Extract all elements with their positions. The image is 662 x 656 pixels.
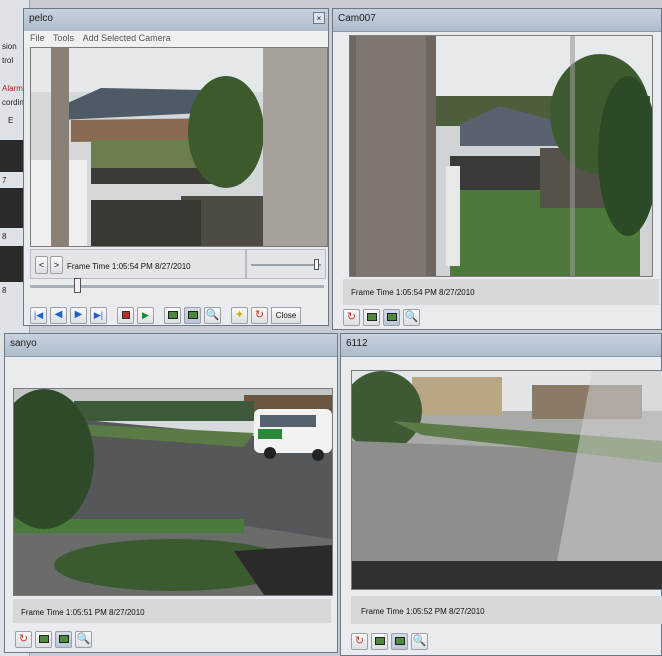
window-title: sanyo <box>10 338 37 349</box>
menu-file[interactable]: File <box>30 33 45 43</box>
monitor-icon[interactable] <box>55 630 72 648</box>
refresh-icon[interactable]: ↻ <box>15 630 32 648</box>
sanyo-toolbar: ↻ 🔍 <box>15 630 92 648</box>
step-back-icon[interactable]: ◀ <box>50 306 67 324</box>
frame-time: Frame Time 1:05:51 PM 8/27/2010 <box>21 608 145 617</box>
pelco-volume-panel <box>246 249 326 279</box>
stop-icon[interactable] <box>117 306 134 324</box>
cam6112-video-feed[interactable] <box>351 370 662 590</box>
cam007-video-feed[interactable] <box>349 35 653 277</box>
cam007-window[interactable]: Cam007 Frame Time 1:05:54 PM 8/27/2010 ↻… <box>332 8 662 330</box>
timeline-slider[interactable] <box>73 278 81 293</box>
refresh-icon[interactable]: ↻ <box>351 632 368 650</box>
cam6112-toolbar: ↻ 🔍 <box>351 632 428 650</box>
cam007-titlebar[interactable]: Cam007 <box>333 9 661 32</box>
magnifier-icon[interactable]: 🔍 <box>204 306 221 324</box>
monitor-icon[interactable] <box>371 632 388 650</box>
pelco-toolbar: |◀ ◀ ▶ ▶| ▶ 🔍 ✦ ↻ Close <box>30 306 301 324</box>
volume-slider[interactable] <box>313 259 319 270</box>
step-forward-icon[interactable]: ▶ <box>70 306 87 324</box>
monitor-icon[interactable] <box>383 308 400 326</box>
monitor-icon[interactable] <box>363 308 380 326</box>
monitor-icon[interactable] <box>184 306 201 324</box>
magnifier-icon[interactable]: 🔍 <box>75 630 92 648</box>
sanyo-titlebar[interactable]: sanyo <box>5 334 337 357</box>
monitor-icon[interactable] <box>164 306 181 324</box>
cam007-status-bar: Frame Time 1:05:54 PM 8/27/2010 <box>343 279 659 305</box>
lightbulb-icon[interactable]: ✦ <box>231 306 248 324</box>
window-title: Cam007 <box>338 13 376 24</box>
close-button[interactable]: Close <box>271 306 301 324</box>
cam6112-titlebar[interactable]: 6112 <box>341 334 661 357</box>
window-title: pelco <box>29 13 53 24</box>
pelco-nav-panel: < > Frame Time 1:05:54 PM 8/27/2010 <box>30 249 246 279</box>
menu-tools[interactable]: Tools <box>53 33 74 43</box>
monitor-icon[interactable] <box>391 632 408 650</box>
play-icon[interactable]: ▶ <box>137 306 154 324</box>
pelco-video-feed[interactable] <box>30 47 328 247</box>
skip-last-icon[interactable]: ▶| <box>90 306 107 324</box>
frame-time: Frame Time 1:05:54 PM 8/27/2010 <box>351 288 475 297</box>
menu-add-selected-camera[interactable]: Add Selected Camera <box>83 33 171 43</box>
refresh-icon[interactable]: ↻ <box>343 308 360 326</box>
volume-track <box>251 264 321 266</box>
pelco-titlebar[interactable]: pelco × <box>24 9 328 32</box>
pelco-menubar: File Tools Add Selected Camera <box>24 31 328 47</box>
next-frame-button[interactable]: > <box>50 256 63 274</box>
sanyo-video-feed[interactable] <box>13 388 333 596</box>
sanyo-window[interactable]: sanyo Frame Time 1:05:51 PM 8/27/2010 ↻ … <box>4 333 338 653</box>
refresh-icon[interactable]: ↻ <box>251 306 268 324</box>
window-close-icon[interactable]: × <box>313 12 325 24</box>
frame-time: Frame Time 1:05:54 PM 8/27/2010 <box>67 262 191 271</box>
monitor-icon[interactable] <box>35 630 52 648</box>
prev-frame-button[interactable]: < <box>35 256 48 274</box>
magnifier-icon[interactable]: 🔍 <box>411 632 428 650</box>
skip-first-icon[interactable]: |◀ <box>30 306 47 324</box>
cam6112-status-bar: Frame Time 1:05:52 PM 8/27/2010 <box>351 596 662 624</box>
pelco-window[interactable]: pelco × File Tools Add Selected Camera <… <box>23 8 329 326</box>
window-title: 6112 <box>346 338 368 349</box>
magnifier-icon[interactable]: 🔍 <box>403 308 420 326</box>
frame-time: Frame Time 1:05:52 PM 8/27/2010 <box>361 607 485 616</box>
cam6112-window[interactable]: 6112 Frame Time 1:05:52 PM 8/27/2010 ↻ 🔍 <box>340 333 662 656</box>
cam007-toolbar: ↻ 🔍 <box>343 308 420 326</box>
sanyo-status-bar: Frame Time 1:05:51 PM 8/27/2010 <box>13 599 331 623</box>
